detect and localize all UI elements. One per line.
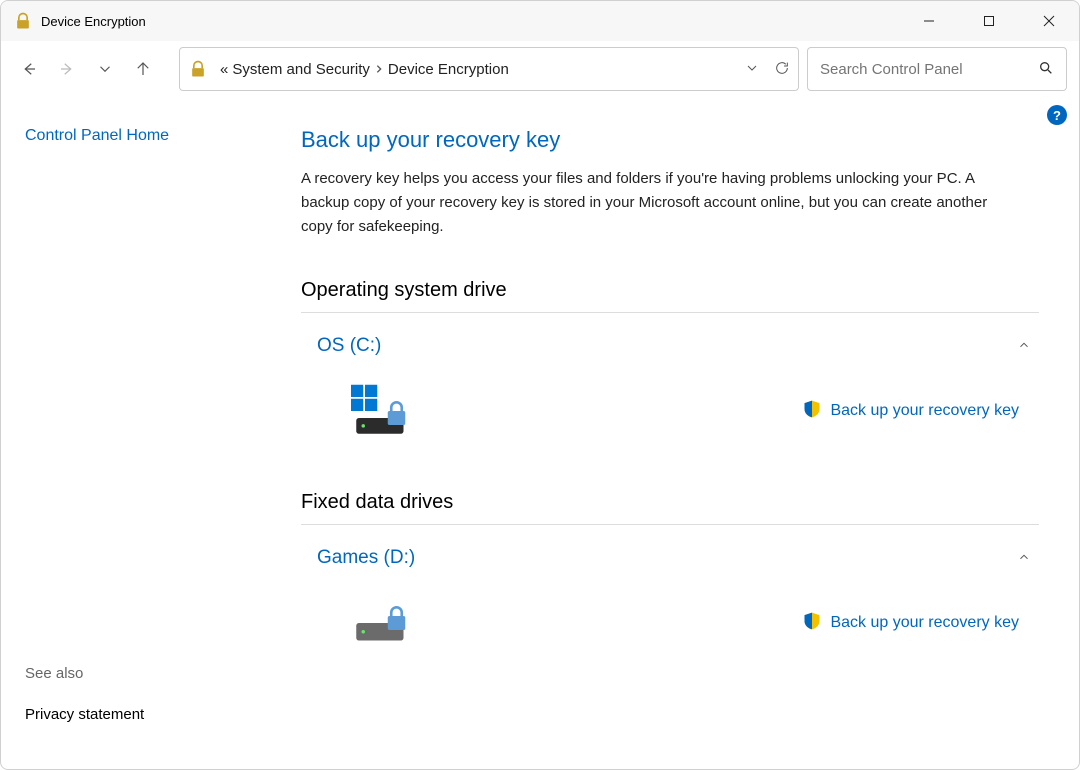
- backup-link-label: Back up your recovery key: [830, 402, 1019, 420]
- forward-button[interactable]: [51, 53, 83, 85]
- sidebar: Control Panel Home See also Privacy stat…: [1, 97, 301, 769]
- privacy-statement-link[interactable]: Privacy statement: [25, 706, 277, 723]
- fixed-drive-label: Games (D:): [317, 547, 415, 569]
- recent-dropdown-button[interactable]: [89, 53, 121, 85]
- os-section-title: Operating system drive: [301, 279, 1039, 313]
- backup-recovery-key-fixed-link[interactable]: Back up your recovery key: [802, 611, 1019, 636]
- backup-link-label: Back up your recovery key: [830, 614, 1019, 632]
- up-button[interactable]: [127, 53, 159, 85]
- nav-buttons: [13, 53, 159, 85]
- backup-recovery-key-os-link[interactable]: Back up your recovery key: [802, 399, 1019, 424]
- refresh-button[interactable]: [774, 60, 790, 79]
- bitlocker-icon: [13, 11, 33, 31]
- fixed-drive-header[interactable]: Games (D:): [301, 543, 1039, 573]
- control-panel-home-link[interactable]: Control Panel Home: [25, 127, 277, 145]
- search-box[interactable]: [807, 47, 1067, 91]
- shield-icon: [802, 611, 822, 636]
- chevron-up-icon: [1017, 550, 1031, 567]
- os-drive-header[interactable]: OS (C:): [301, 331, 1039, 361]
- address-bar[interactable]: « System and Security Device Encryption: [179, 47, 799, 91]
- shield-icon: [802, 399, 822, 424]
- back-button[interactable]: [13, 53, 45, 85]
- search-input[interactable]: [820, 61, 1038, 78]
- maximize-button[interactable]: [959, 1, 1019, 41]
- help-icon[interactable]: ?: [1047, 105, 1067, 125]
- bitlocker-small-icon: [188, 59, 208, 79]
- breadcrumb-seg-1[interactable]: System and Security: [232, 61, 370, 78]
- address-dropdown-button[interactable]: [744, 60, 760, 79]
- window: Device Encryption « System and Security …: [0, 0, 1080, 770]
- breadcrumb-seg-2[interactable]: Device Encryption: [388, 61, 509, 78]
- os-drive-section: Operating system drive OS (C:): [301, 279, 1039, 441]
- title-bar: Device Encryption: [1, 1, 1079, 41]
- fixed-drive-icon: [351, 593, 421, 653]
- page-heading: Back up your recovery key: [301, 127, 1039, 153]
- close-button[interactable]: [1019, 1, 1079, 41]
- fixed-drive-body: Back up your recovery key: [301, 573, 1039, 653]
- os-drive-body: Back up your recovery key: [301, 361, 1039, 441]
- fixed-section-title: Fixed data drives: [301, 491, 1039, 525]
- window-title: Device Encryption: [41, 14, 899, 29]
- page-description: A recovery key helps you access your fil…: [301, 167, 1001, 239]
- minimize-button[interactable]: [899, 1, 959, 41]
- os-drive-icon: [351, 381, 421, 441]
- search-icon: [1038, 60, 1054, 79]
- breadcrumb-overflow[interactable]: «: [220, 61, 228, 78]
- toolbar: « System and Security Device Encryption: [1, 41, 1079, 97]
- window-controls: [899, 1, 1079, 41]
- main-content: Back up your recovery key A recovery key…: [301, 97, 1079, 769]
- see-also-label: See also: [25, 665, 277, 682]
- os-drive-label: OS (C:): [317, 335, 381, 357]
- content-body: ? Control Panel Home See also Privacy st…: [1, 97, 1079, 769]
- fixed-drive-section: Fixed data drives Games (D:): [301, 491, 1039, 653]
- chevron-up-icon: [1017, 338, 1031, 355]
- chevron-right-icon: [374, 61, 384, 77]
